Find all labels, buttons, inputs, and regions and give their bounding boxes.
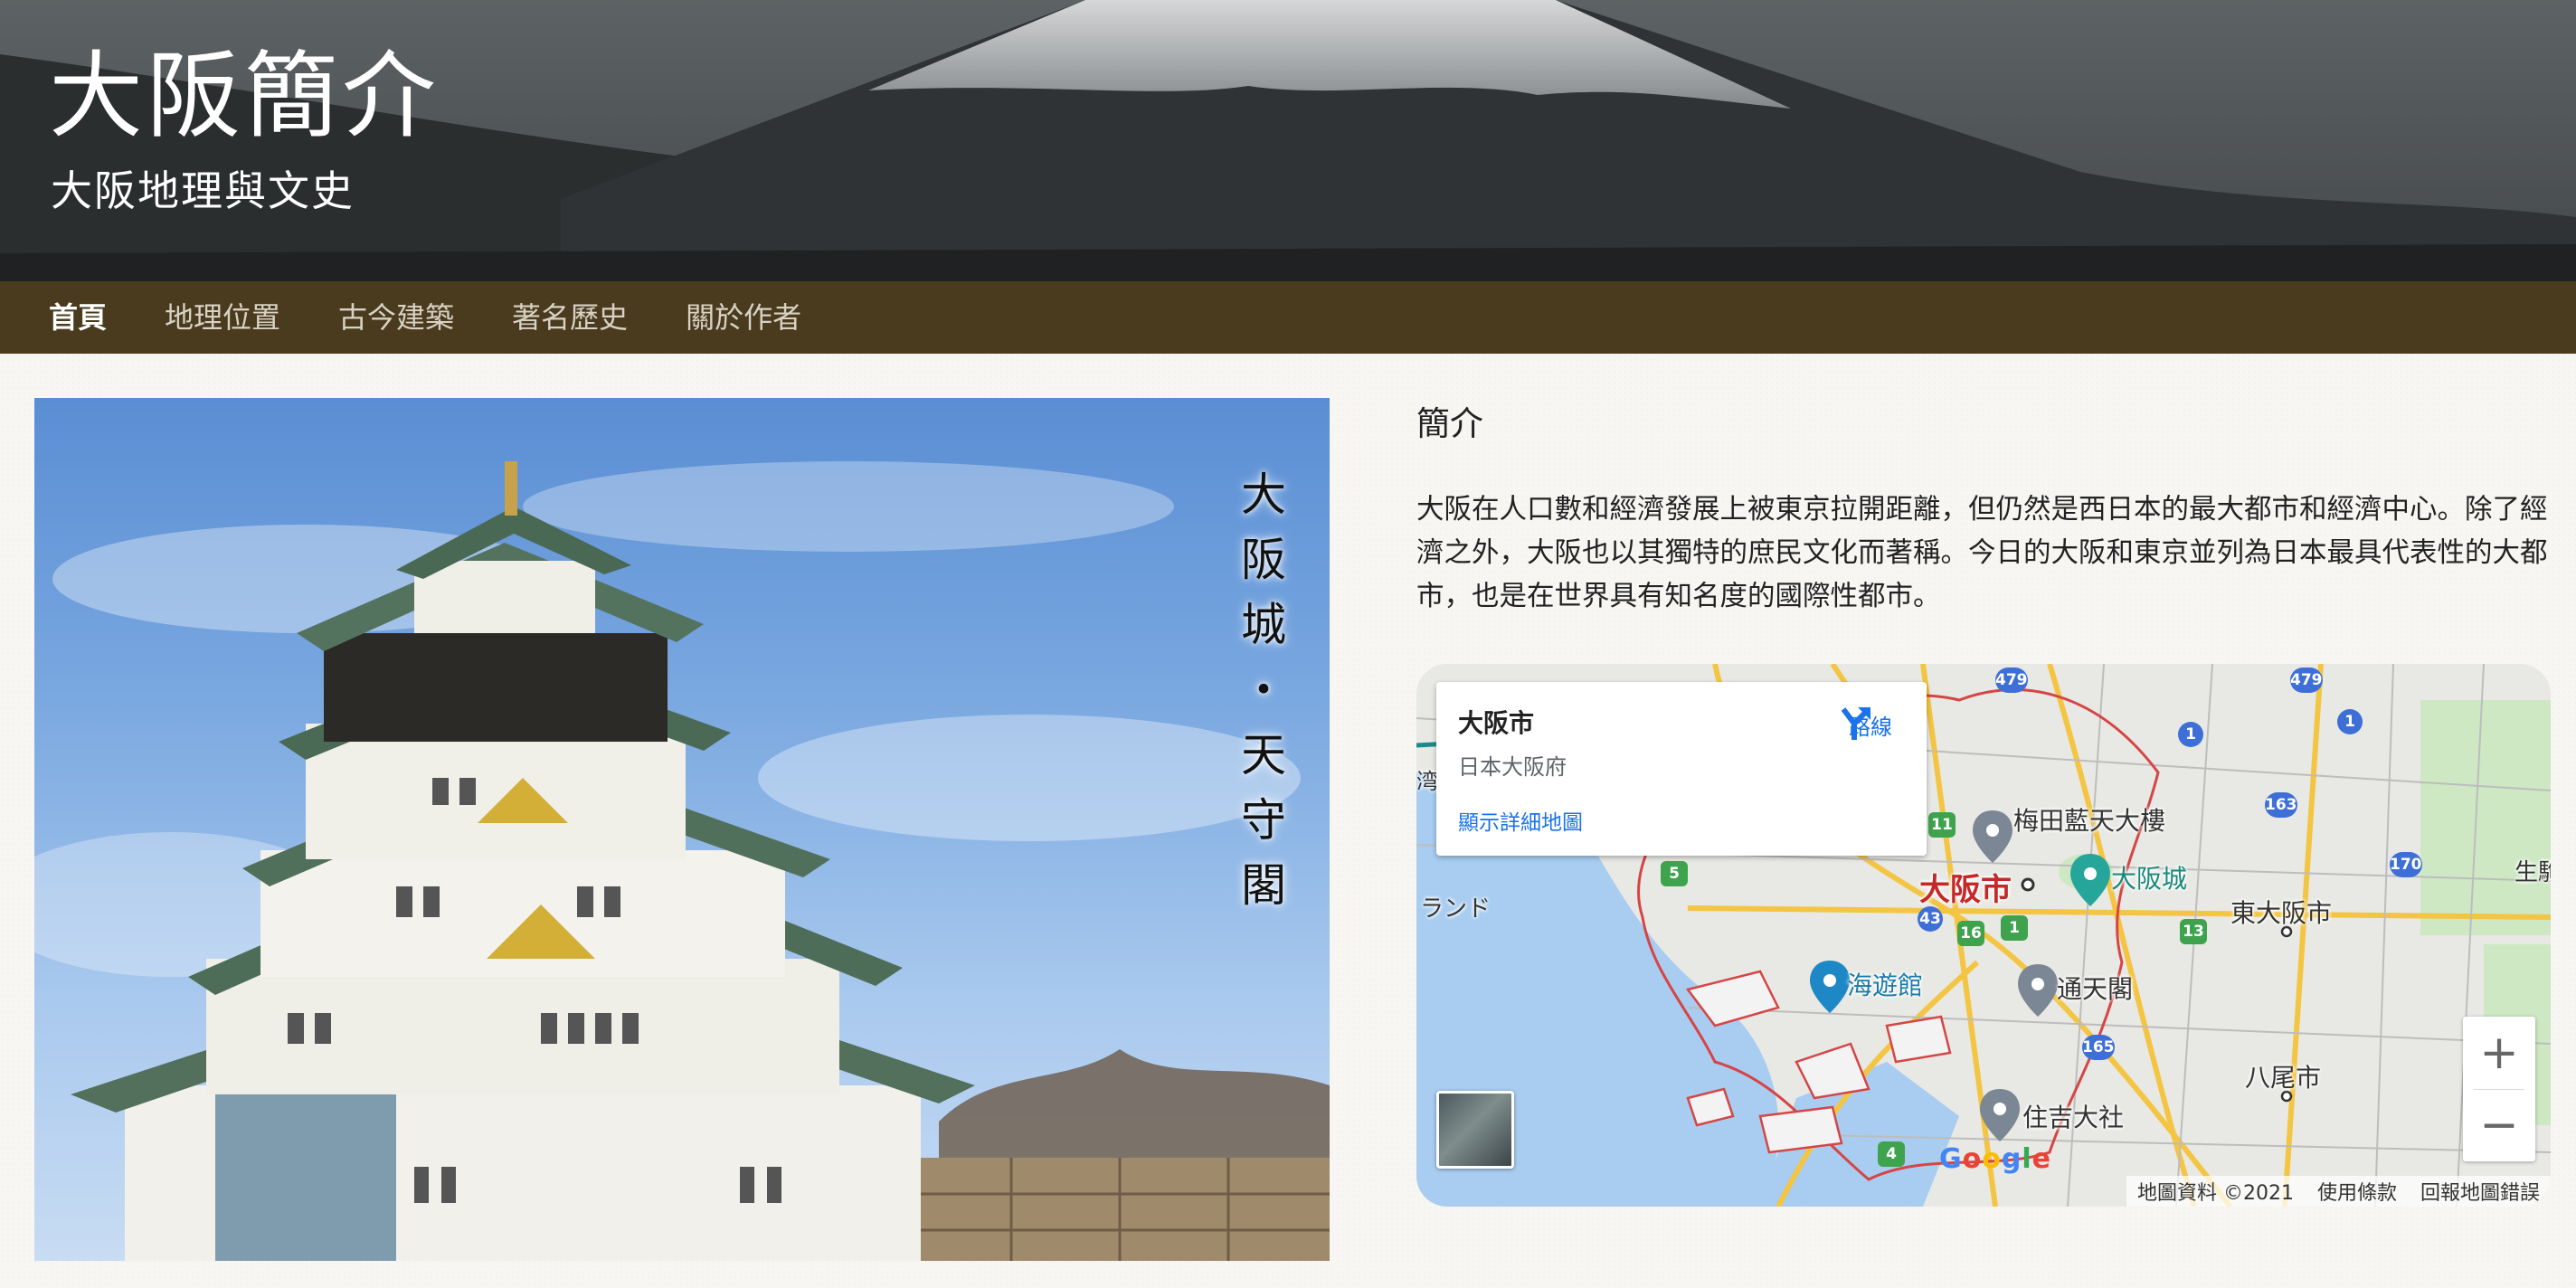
route-shield: 1 bbox=[2337, 709, 2363, 734]
nav-item-geography[interactable]: 地理位置 bbox=[165, 303, 280, 332]
nav-item-home[interactable]: 首頁 bbox=[49, 303, 107, 332]
map-label-partial-left: 湾 bbox=[1416, 769, 1438, 794]
photo-caption: 大阪城・天守閣 bbox=[1234, 470, 1286, 926]
map-attribution-bar: 地圖資料 ©2021 使用條款 回報地圖錯誤 bbox=[2126, 1176, 2551, 1207]
main-nav: 首頁 地理位置 古今建築 著名歷史 關於作者 bbox=[0, 281, 2576, 354]
header-banner: 大阪簡介 大阪地理與文史 bbox=[0, 0, 2576, 281]
route-shield: 163 bbox=[2265, 792, 2297, 818]
map-info-card: 大阪市 日本大阪府 顯示詳細地圖 路線 bbox=[1436, 682, 1927, 856]
directions-button[interactable]: 路線 bbox=[1834, 704, 1907, 741]
osaka-castle-photo: 大阪城・天守閣 bbox=[34, 398, 1330, 1261]
intro-heading: 簡介 bbox=[1416, 404, 1483, 443]
route-shield: 1 bbox=[2001, 915, 2028, 941]
map-label-partial-right: 生駒 bbox=[2514, 859, 2551, 886]
map-label-osaka-castle[interactable]: 大阪城 bbox=[2111, 859, 2187, 895]
site-subtitle: 大阪地理與文史 bbox=[51, 166, 355, 215]
route-shield: 43 bbox=[1918, 906, 1943, 932]
directions-icon bbox=[1841, 707, 1870, 740]
nav-item-history[interactable]: 著名歷史 bbox=[512, 303, 628, 332]
embedded-map[interactable]: 11 5 16 1 13 4 479 479 1 1 163 170 43 16… bbox=[1416, 664, 2551, 1207]
map-label-tsutenkaku[interactable]: 通天閣 bbox=[2057, 970, 2133, 1006]
map-label-aquarium[interactable]: 海遊館 bbox=[1847, 966, 1923, 1002]
google-logo: Google bbox=[1939, 1143, 2051, 1175]
map-data-attribution: 地圖資料 ©2021 bbox=[2136, 1182, 2294, 1205]
route-shield: 165 bbox=[2082, 1035, 2115, 1060]
map-label-umeda-sky-building[interactable]: 梅田藍天大樓 bbox=[2013, 801, 2165, 838]
route-shield: 11 bbox=[1928, 812, 1956, 838]
route-shield: 4 bbox=[1878, 1141, 1905, 1167]
zoom-control: + − bbox=[2463, 1017, 2535, 1161]
castle-illustration bbox=[34, 461, 1330, 1261]
zoom-in-button[interactable]: + bbox=[2463, 1017, 2535, 1089]
google-logo-text: Google bbox=[1939, 1143, 2052, 1175]
site-title: 大阪簡介 bbox=[49, 41, 440, 151]
route-shield: 16 bbox=[1957, 921, 1984, 946]
report-map-error-link[interactable]: 回報地圖錯誤 bbox=[2420, 1177, 2540, 1206]
terms-of-use-link[interactable]: 使用條款 bbox=[2317, 1177, 2397, 1206]
plus-icon: + bbox=[2479, 1026, 2519, 1080]
place-address: 日本大阪府 bbox=[1458, 754, 1567, 780]
satellite-toggle-button[interactable] bbox=[1436, 1091, 1514, 1169]
nav-item-about-author[interactable]: 關於作者 bbox=[686, 303, 801, 332]
zoom-out-button[interactable]: − bbox=[2463, 1089, 2535, 1161]
route-shield: 479 bbox=[1995, 668, 2028, 693]
route-shield: 5 bbox=[1661, 861, 1688, 886]
map-label-osaka-city[interactable]: 大阪市 bbox=[1919, 865, 2012, 909]
route-shield: 1 bbox=[2178, 722, 2203, 747]
nav-item-architecture[interactable]: 古今建築 bbox=[338, 303, 454, 332]
map-label-island: ランド bbox=[1420, 895, 1492, 923]
route-shield: 170 bbox=[2390, 852, 2422, 877]
map-label-sumiyoshi[interactable]: 住吉大社 bbox=[2022, 1098, 2124, 1134]
map-label-higashi-osaka[interactable]: 東大阪市 bbox=[2230, 894, 2332, 930]
map-label-yao[interactable]: 八尾市 bbox=[2245, 1058, 2321, 1094]
route-shield: 13 bbox=[2180, 919, 2207, 944]
minus-icon: − bbox=[2479, 1098, 2519, 1152]
place-name: 大阪市 bbox=[1458, 708, 1535, 738]
intro-paragraph: 大阪在人口數和經濟發展上被東京拉開距離，但仍然是西日本的最大都市和經濟中心。除了… bbox=[1416, 494, 2548, 612]
route-shield: 479 bbox=[2290, 668, 2323, 693]
view-larger-map-link[interactable]: 顯示詳細地圖 bbox=[1458, 805, 1583, 836]
